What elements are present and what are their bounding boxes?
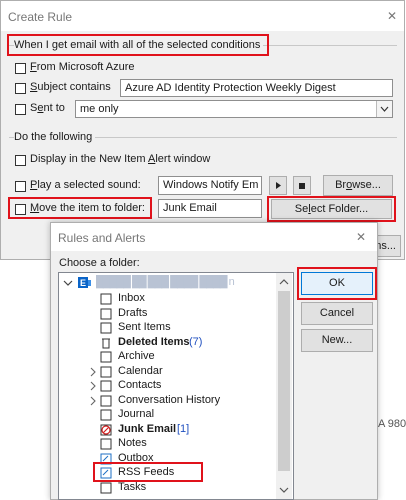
- stop-icon: [299, 183, 305, 189]
- sent-to-checkbox[interactable]: [15, 104, 26, 115]
- do-following-header: Do the following: [14, 131, 96, 143]
- chevron-right-icon[interactable]: [89, 366, 97, 378]
- folder-name: Calendar: [118, 364, 163, 377]
- rules-alerts-dialog: Rules and Alerts ✕ Choose a folder: E ██…: [50, 222, 378, 500]
- folder-name: Tasks: [118, 480, 147, 493]
- play-sound-button[interactable]: [269, 176, 287, 195]
- display-alert-label[interactable]: Display in the New Item Alert window: [30, 153, 210, 165]
- ok-button-highlight: [297, 267, 377, 300]
- subject-checkbox[interactable]: [15, 83, 26, 94]
- sent-icon: [100, 322, 112, 334]
- folder-item[interactable]: Junk Email [1]: [59, 423, 274, 438]
- account-name: █████ ██ ███ ████ ████ n: [96, 276, 235, 288]
- drafts-icon: [100, 308, 112, 319]
- move-folder-field: Junk Email: [158, 199, 262, 218]
- notes-icon: [100, 438, 112, 450]
- folder-name: Journal: [118, 408, 155, 420]
- folder-item[interactable]: Calendar: [59, 365, 274, 380]
- stop-sound-button[interactable]: [293, 176, 311, 195]
- account-row[interactable]: E █████ ██ ███ ████ ████ n: [59, 276, 279, 291]
- play-icon: [276, 182, 281, 189]
- browse-button[interactable]: Browse...: [323, 175, 393, 196]
- journal-icon: [100, 409, 112, 421]
- folder-item[interactable]: Archive: [59, 350, 274, 365]
- folder-name: Drafts: [118, 306, 148, 319]
- sent-to-label[interactable]: Sent to: [30, 102, 65, 114]
- rules-alerts-title: Rules and Alerts: [58, 231, 146, 245]
- inbox-icon: [100, 293, 112, 305]
- trash-icon: [102, 338, 110, 348]
- conditions-header-highlight: [7, 34, 269, 56]
- folder-name: Conversation History: [118, 393, 221, 406]
- folder-item[interactable]: Notes: [59, 437, 274, 452]
- create-rule-title: Create Rule: [8, 10, 73, 24]
- create-rule-close-icon[interactable]: ✕: [387, 9, 397, 23]
- move-item-highlight: [8, 197, 152, 219]
- folder-name: Contacts: [118, 379, 162, 391]
- folder-item[interactable]: Sent Items: [59, 321, 274, 336]
- archive-icon: [100, 351, 112, 363]
- sent-to-dropdown-button[interactable]: [376, 101, 392, 117]
- folder-count: (7): [189, 335, 203, 348]
- folder-name: Deleted Items: [118, 335, 190, 348]
- calendar-icon: [100, 366, 112, 377]
- chevron-right-icon[interactable]: [89, 380, 97, 392]
- create-rule-titlebar: Create Rule ✕: [1, 1, 404, 31]
- cancel-button[interactable]: Cancel: [301, 302, 373, 325]
- new-folder-button[interactable]: New...: [301, 329, 373, 352]
- junk-icon: [100, 424, 112, 435]
- folder-tree-scrollbar[interactable]: [276, 273, 292, 499]
- sent-to-select[interactable]: me only: [75, 100, 393, 118]
- folder-count: [1]: [177, 422, 190, 435]
- folder-name: Inbox: [118, 292, 145, 304]
- choose-folder-label: Choose a folder:: [59, 257, 140, 269]
- chevron-down-icon: [380, 106, 389, 112]
- play-sound-label[interactable]: Play a selected sound:: [30, 179, 141, 191]
- from-checkbox[interactable]: [15, 63, 26, 74]
- folder-item[interactable]: Tasks: [59, 481, 274, 496]
- folder-item[interactable]: Deleted Items (7): [59, 336, 274, 351]
- scrollbar-thumb[interactable]: [278, 291, 290, 471]
- folder-name: Junk Email: [118, 422, 177, 435]
- display-alert-checkbox[interactable]: [15, 155, 26, 166]
- background-text: A 9805: [378, 418, 406, 430]
- folder-name: Archive: [118, 350, 155, 362]
- folder-item[interactable]: Contacts: [59, 379, 274, 394]
- junk-email-highlight: [93, 462, 203, 482]
- chevron-down-icon[interactable]: [63, 277, 76, 289]
- folder-name: Sent Items: [118, 321, 171, 333]
- create-rule-dialog: Create Rule ✕ When I get email with all …: [0, 0, 405, 260]
- folder-icon: [100, 395, 112, 406]
- scroll-down-icon[interactable]: [276, 483, 292, 497]
- folder-item[interactable]: Inbox: [59, 292, 274, 307]
- rules-alerts-close-icon[interactable]: ✕: [356, 230, 366, 244]
- folder-name: Notes: [118, 437, 147, 449]
- subject-label[interactable]: Subject contains: [30, 81, 111, 93]
- subject-field[interactable]: Azure AD Identity Protection Weekly Dige…: [120, 79, 393, 97]
- sent-to-value: me only: [80, 103, 119, 115]
- chevron-right-icon[interactable]: [89, 395, 97, 407]
- tasks-icon: [100, 482, 112, 493]
- folder-item[interactable]: Conversation History: [59, 394, 274, 409]
- svg-text:E: E: [80, 278, 86, 288]
- folder-item[interactable]: Journal: [59, 408, 274, 423]
- select-folder-highlight: [267, 196, 396, 222]
- folder-tree[interactable]: E █████ ██ ███ ████ ████ n Inbox Drafts Se…: [58, 272, 294, 500]
- contacts-icon: [100, 380, 112, 392]
- from-label[interactable]: From Microsoft Azure: [30, 61, 135, 73]
- sound-field[interactable]: Windows Notify Em: [158, 176, 262, 195]
- folder-item[interactable]: Drafts: [59, 307, 274, 322]
- rules-alerts-titlebar: Rules and Alerts ✕: [51, 223, 377, 251]
- play-sound-checkbox[interactable]: [15, 181, 26, 192]
- exchange-icon: E: [78, 277, 91, 288]
- scroll-up-icon[interactable]: [276, 275, 292, 289]
